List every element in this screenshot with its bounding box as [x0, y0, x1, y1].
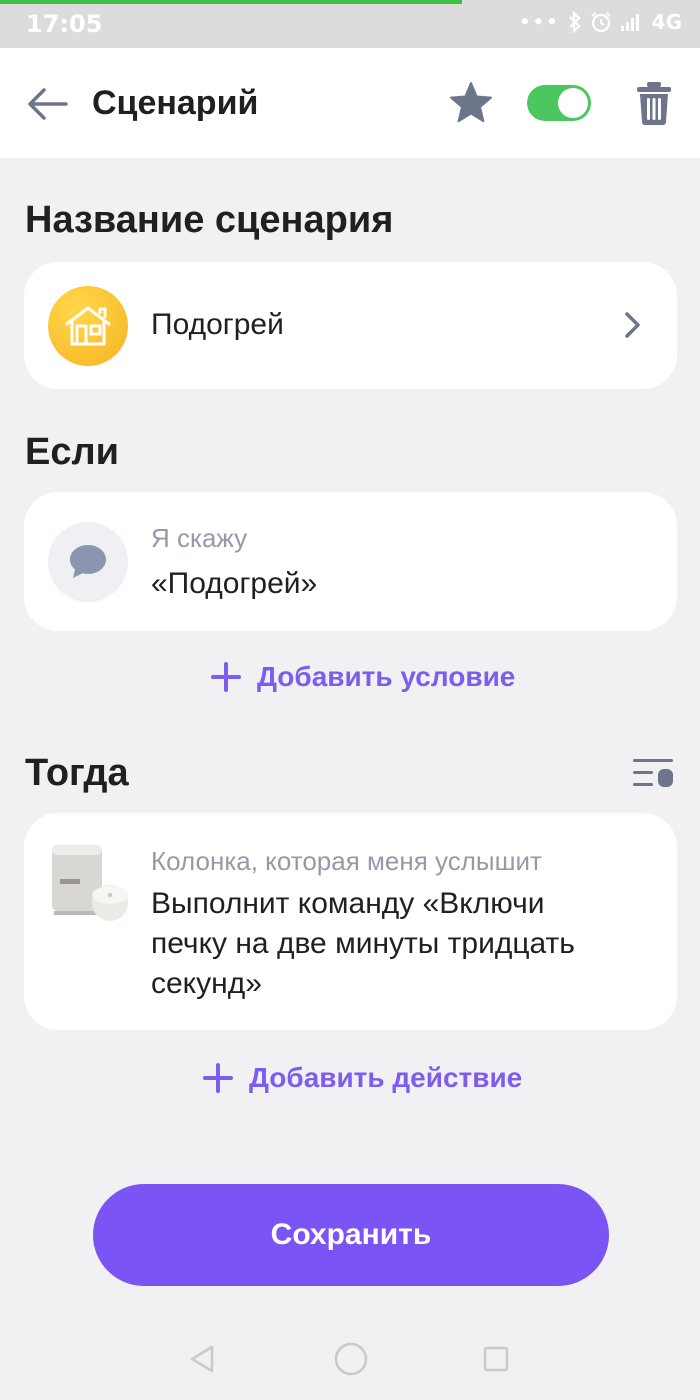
arrow-left-icon: [28, 88, 68, 120]
save-button[interactable]: Сохранить: [93, 1184, 609, 1286]
alarm-icon: [590, 12, 611, 33]
system-nav-bar: [0, 1318, 700, 1400]
trash-icon: [637, 82, 671, 125]
nav-back-icon[interactable]: [188, 1344, 216, 1374]
chevron-right-icon: [625, 312, 640, 338]
add-condition-label: Добавить условие: [257, 661, 516, 692]
network-type: 4G: [651, 10, 682, 34]
scenario-enabled-toggle[interactable]: [527, 85, 591, 121]
scenario-name-card[interactable]: Подогрей: [24, 262, 677, 389]
status-time: 17:05: [26, 10, 103, 38]
chat-bubble-icon: [48, 522, 128, 602]
if-heading: Если: [25, 431, 119, 473]
signal-icon: [620, 14, 639, 31]
status-bar: 17:05 ••• 4G: [0, 0, 700, 48]
scenario-name-value: Подогрей: [151, 308, 284, 341]
nav-recent-apps-icon[interactable]: [483, 1346, 509, 1372]
reorder-icon[interactable]: [633, 757, 675, 789]
action-card[interactable]: Колонка, которая меня услышит Выполнит к…: [24, 813, 677, 1030]
star-icon: [450, 82, 492, 123]
action-line: печку на две минуты тридцать: [151, 927, 575, 960]
add-action-label: Добавить действие: [249, 1062, 523, 1093]
condition-value: «Подогрей»: [151, 567, 318, 600]
scenario-name-heading: Название сценария: [25, 199, 394, 241]
condition-card[interactable]: Я скажу «Подогрей»: [24, 492, 677, 631]
nav-home-icon[interactable]: [333, 1341, 369, 1377]
delete-button[interactable]: [634, 80, 674, 126]
then-heading: Тогда: [25, 752, 129, 794]
action-line: Выполнит команду «Включи: [151, 887, 545, 920]
add-condition-button[interactable]: Добавить условие: [211, 661, 515, 693]
house-icon: [48, 286, 128, 366]
back-button[interactable]: [22, 80, 70, 128]
page-load-progress: [0, 0, 462, 4]
action-line: секунд»: [151, 967, 262, 1000]
favorite-button[interactable]: [448, 80, 494, 126]
action-device: Колонка, которая меня услышит: [151, 846, 542, 876]
toggle-knob: [558, 88, 588, 118]
plus-icon: [211, 662, 241, 692]
condition-label: Я скажу: [151, 523, 248, 553]
smart-speaker-image: [52, 845, 128, 921]
status-icons: ••• 4G: [519, 10, 682, 34]
add-action-button[interactable]: Добавить действие: [203, 1062, 522, 1094]
bluetooth-icon: [568, 11, 581, 33]
app-bar: Сценарий: [0, 48, 700, 158]
more-dots-icon: •••: [519, 11, 560, 33]
action-description: Выполнит команду «Включи печку на две ми…: [151, 884, 575, 1004]
plus-icon: [203, 1063, 233, 1093]
page-title: Сценарий: [92, 84, 259, 122]
